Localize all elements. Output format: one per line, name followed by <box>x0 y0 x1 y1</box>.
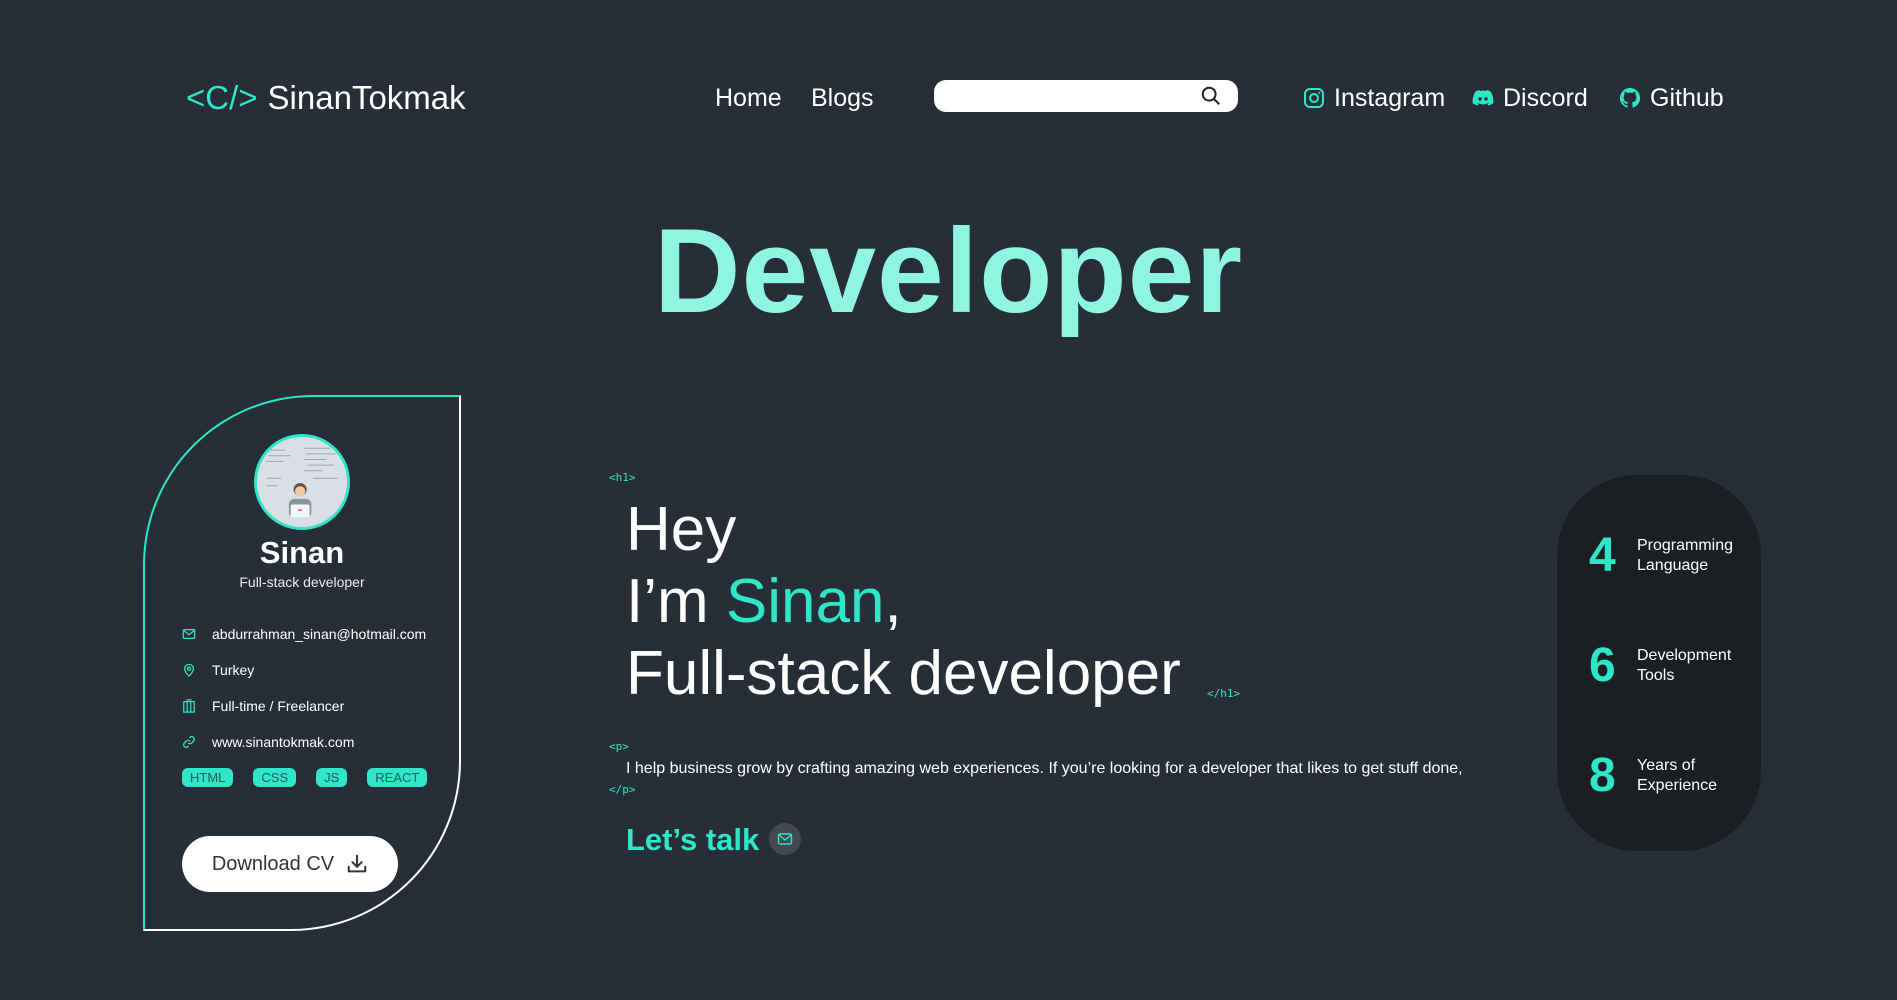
location-row: Turkey <box>182 661 254 679</box>
discord-label: Discord <box>1503 84 1588 112</box>
skill-tag: HTML <box>182 768 234 787</box>
location-pin-icon <box>184 663 194 677</box>
profile-employment: Full-time / Freelancer <box>212 698 345 714</box>
profile-role: Full-stack developer <box>239 574 365 590</box>
stat-programming-languages: 4 Programming Language <box>1589 530 1747 582</box>
instagram-link[interactable]: Instagram <box>1302 82 1445 114</box>
contact-mail-button[interactable] <box>769 823 801 855</box>
skill-tag: REACT <box>367 768 428 787</box>
h1-open-tag: <h1> <box>609 471 636 484</box>
nav-blogs-link[interactable]: Blogs <box>811 82 874 114</box>
logo-code-icon: <C/> <box>186 79 258 116</box>
download-icon <box>347 854 367 873</box>
search-input[interactable] <box>934 80 1194 112</box>
mail-icon <box>182 629 196 639</box>
stat-label: Programming Language <box>1637 537 1734 574</box>
intro-line-name: I’m Sinan, <box>626 566 902 638</box>
discord-icon <box>1472 90 1494 106</box>
intro-paragraph: I help business grow by crafting amazing… <box>626 760 1463 777</box>
stat-value: 4 <box>1589 529 1616 582</box>
lets-talk-link[interactable]: Let’s talk <box>626 820 759 860</box>
stat-label: Development Tools <box>1637 647 1732 684</box>
skill-tags: HTML CSS JS REACT <box>182 768 428 787</box>
intro-comma: , <box>884 567 902 636</box>
intro-highlight-name: Sinan <box>725 567 885 636</box>
stat-development-tools: 6 Development Tools <box>1589 640 1747 692</box>
profile-name: Sinan <box>259 535 345 570</box>
github-label: Github <box>1650 84 1724 112</box>
p-open-tag: <p> <box>609 740 629 753</box>
hero-title: Developer <box>653 204 1244 338</box>
instagram-label: Instagram <box>1334 84 1446 112</box>
skill-tag: JS <box>316 768 348 787</box>
intro-prefix: I’m <box>626 567 726 636</box>
h1-close-tag: </h1> <box>1207 687 1241 700</box>
intro-line-hey: Hey <box>626 495 737 564</box>
search-bar <box>934 80 1238 112</box>
employment-row: Full-time / Freelancer <box>182 697 344 715</box>
stat-label: Years of Experience <box>1637 757 1718 794</box>
download-cv-label: Download CV <box>211 852 335 875</box>
logo-name: SinanTokmak <box>267 79 466 116</box>
link-icon <box>183 736 195 748</box>
website-row: www.sinantokmak.com <box>182 733 354 751</box>
search-icon[interactable] <box>1200 85 1222 107</box>
profile-email: abdurrahman_sinan@hotmail.com <box>212 626 427 642</box>
instagram-icon <box>1304 88 1324 108</box>
stat-years-experience: 8 Years of Experience <box>1589 750 1747 802</box>
discord-link[interactable]: Discord <box>1471 82 1588 114</box>
profile-location: Turkey <box>212 662 255 678</box>
skill-tag: CSS <box>253 768 297 787</box>
email-row: abdurrahman_sinan@hotmail.com <box>182 625 426 643</box>
site-logo[interactable]: <C/> SinanTokmak <box>186 78 466 118</box>
nav-home-link[interactable]: Home <box>715 82 782 114</box>
building-icon <box>183 699 195 713</box>
profile-website-link[interactable]: www.sinantokmak.com <box>212 733 354 751</box>
intro-line-role: Full-stack developer <box>626 639 1181 708</box>
p-close-tag: </p> <box>609 783 636 796</box>
mail-icon <box>777 833 793 845</box>
avatar <box>254 434 350 530</box>
stat-value: 6 <box>1589 639 1616 692</box>
stat-value: 8 <box>1589 749 1616 802</box>
download-cv-button[interactable]: Download CV <box>182 836 398 892</box>
github-link[interactable]: Github <box>1618 82 1724 114</box>
avatar-illustration-icon <box>257 437 347 527</box>
github-icon <box>1619 87 1641 108</box>
